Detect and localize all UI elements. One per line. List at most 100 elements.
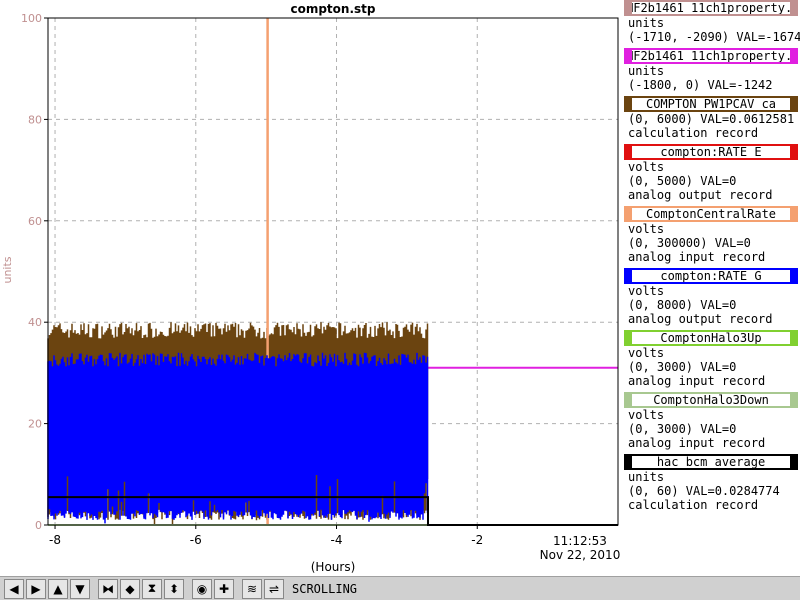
status-label: SCROLLING xyxy=(292,581,358,596)
legend-item[interactable]: hac_bcm_average units (0, 60) VAL=0.028477… xyxy=(620,454,800,512)
y-axis-label: units xyxy=(1,256,14,283)
legend-swatch xyxy=(626,456,632,468)
legend-kind: calculation record xyxy=(628,126,759,140)
x-tick-label: -4 xyxy=(331,533,343,547)
legend-range: (0, 8000) VAL=0 xyxy=(628,298,737,312)
legend-item-title: hac_bcm_average xyxy=(624,454,798,470)
legend-name: compton:RATE_E xyxy=(660,145,762,159)
legend-item-title: ComptonCentralRate xyxy=(624,206,798,222)
legend-units: units xyxy=(628,470,665,484)
zoom-out-x-button[interactable]: ◆ xyxy=(120,578,140,599)
legend-range: (0, 300000) VAL=0 xyxy=(628,236,751,250)
legend-item[interactable]: ComptonHalo3Down volts (0, 3000) VAL=0 anal… xyxy=(620,392,800,450)
legend-kind: analog output record xyxy=(628,188,773,202)
legend-item-title: compton:RATE_E xyxy=(624,144,798,160)
x-tick-label: -8 xyxy=(49,533,61,547)
legend-swatch xyxy=(626,98,632,110)
legend-item-title: compton:RATE_G xyxy=(624,268,798,284)
legend-item-title: ComptonHalo3Up xyxy=(624,330,798,346)
arrow-down-button[interactable]: ▼ xyxy=(70,578,90,599)
legend-swatch-right xyxy=(790,2,796,14)
zoom-in-x-button[interactable]: ⧓ xyxy=(98,578,118,599)
legend-swatch xyxy=(626,50,632,62)
legend-item[interactable]: COMPTON_PW1PCAV_ca (0, 6000) VAL=0.061258… xyxy=(620,96,800,140)
legend-range: (0, 3000) VAL=0 xyxy=(628,422,737,436)
y-axis: 0 20 40 60 80 100 xyxy=(21,12,48,532)
legend-swatch xyxy=(626,270,632,282)
zoom-out-y-button[interactable]: ⬍ xyxy=(164,578,184,599)
zoom-in-y-icon: ⧗ xyxy=(147,581,157,595)
arrow-left-icon: ◀ xyxy=(9,581,19,596)
legend-swatch-right xyxy=(790,146,796,158)
x-axis-label: (Hours) xyxy=(311,560,356,574)
legend-item[interactable]: ComptonCentralRate volts (0, 300000) VAL=0… xyxy=(620,206,800,264)
chart-title: compton.stp xyxy=(290,2,375,16)
legend-item[interactable]: compton:RATE_E volts (0, 5000) VAL=0 analog… xyxy=(620,144,800,202)
legend-name: hac_bcm_average xyxy=(656,455,766,469)
trend-button[interactable]: ⇌ xyxy=(264,578,284,599)
zoom-in-y-button[interactable]: ⧗ xyxy=(142,578,162,599)
legend-swatch-right xyxy=(790,394,796,406)
legend-name: compton:RATE_G xyxy=(660,269,762,283)
legend-name: ComptonCentralRate xyxy=(645,207,777,221)
toolbar: ◀ ▶ ▲ ▼ ⧓ ◆ ⧗ ⬍ ◉ ✚ ≋ ⇌ SCROLLING xyxy=(0,576,800,600)
legend-name: MF2b1461_11ch1property.E xyxy=(626,49,798,63)
autoscale-icon: ≋ xyxy=(246,581,258,596)
legend-swatch-right xyxy=(790,332,796,344)
trend-icon: ⇌ xyxy=(268,581,280,596)
chart: compton.stp 020406080100 -8 -6 -4 -2 units … xyxy=(1,2,620,574)
arrow-left-button[interactable]: ◀ xyxy=(4,578,24,599)
series-layer xyxy=(47,18,618,526)
legend-swatch-right xyxy=(790,270,796,282)
center-button[interactable]: ◉ xyxy=(192,578,212,599)
x-axis: -8 -6 -4 -2 xyxy=(49,525,483,547)
legend-kind: analog output record xyxy=(628,312,773,326)
date-label: Nov 22, 2010 xyxy=(540,548,620,562)
legend-units: volts xyxy=(628,346,665,360)
legend-item-title: COMPTON_PW1PCAV_ca xyxy=(624,96,798,112)
legend-units: volts xyxy=(628,408,665,422)
legend-item[interactable]: ComptonHalo3Up volts (0, 3000) VAL=0 analog… xyxy=(620,330,800,388)
legend-range: (0, 60) VAL=0.0284774 xyxy=(628,484,780,498)
y-tick-label: 100 xyxy=(21,12,42,25)
y-tick-label: 60 xyxy=(28,215,42,228)
arrow-down-icon: ▼ xyxy=(75,581,85,596)
legend-kind: analog input record xyxy=(628,374,766,388)
autoscale-button[interactable]: ≋ xyxy=(242,578,262,599)
arrow-right-icon: ▶ xyxy=(31,581,41,596)
center-icon: ◉ xyxy=(196,581,208,596)
legend-item-title: MF2b1461_11ch1property.F xyxy=(624,0,798,16)
legend-swatch xyxy=(626,2,632,14)
y-tick-label: 0 xyxy=(35,519,42,532)
legend-kind: analog input record xyxy=(628,250,766,264)
legend-range: (0, 5000) VAL=0 xyxy=(628,174,737,188)
legend-name: MF2b1461_11ch1property.F xyxy=(626,1,798,15)
legend-item[interactable]: MF2b1461_11ch1property.E units (-1800, 0) … xyxy=(620,48,800,92)
arrow-up-button[interactable]: ▲ xyxy=(48,578,68,599)
zoom-out-y-icon: ⬍ xyxy=(168,581,180,596)
legend-swatch xyxy=(626,208,632,220)
legend-name: ComptonHalo3Up xyxy=(660,331,762,345)
legend-units: units xyxy=(628,64,665,78)
legend-item-title: MF2b1461_11ch1property.E xyxy=(624,48,798,64)
arrow-up-icon: ▲ xyxy=(53,581,63,596)
legend-swatch-right xyxy=(790,50,796,62)
time-label: 11:12:53 xyxy=(553,534,607,548)
legend-swatch xyxy=(626,146,632,158)
legend-item[interactable]: compton:RATE_G volts (0, 8000) VAL=0 analog… xyxy=(620,268,800,326)
legend-name: COMPTON_PW1PCAV_ca xyxy=(645,97,777,111)
add-button[interactable]: ✚ xyxy=(214,578,234,599)
legend-swatch-right xyxy=(790,456,796,468)
legend-swatch-right xyxy=(790,208,796,220)
legend-kind: calculation record xyxy=(628,498,759,512)
legend-units: volts xyxy=(628,160,665,174)
legend-item[interactable]: MF2b1461_11ch1property.F units (-1710, -20… xyxy=(620,0,800,44)
legend-name: ComptonHalo3Down xyxy=(653,393,769,407)
zoom-in-x-icon: ⧓ xyxy=(102,581,114,596)
legend-swatch-right xyxy=(790,98,796,110)
x-tick-label: -6 xyxy=(190,533,202,547)
y-tick-label: 80 xyxy=(28,113,42,126)
arrow-right-button[interactable]: ▶ xyxy=(26,578,46,599)
legend-swatch xyxy=(626,394,632,406)
legend-units: volts xyxy=(628,222,665,236)
